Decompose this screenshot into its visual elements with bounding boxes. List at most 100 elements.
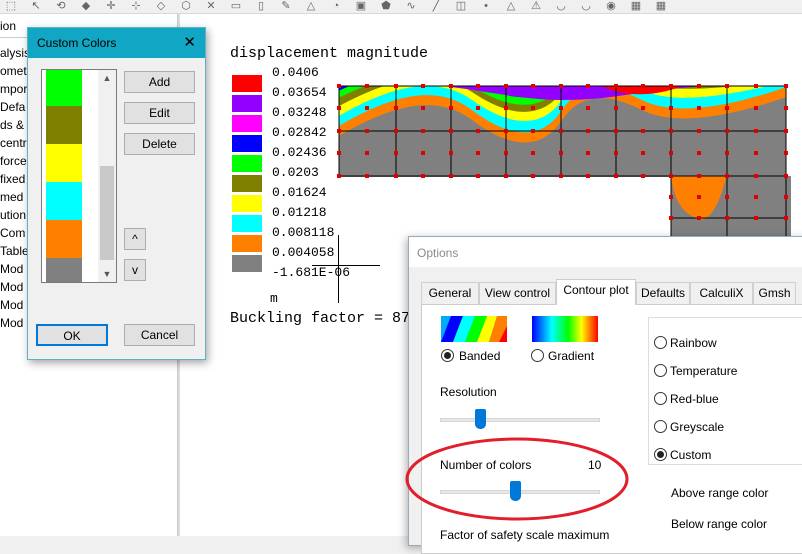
rotate-icon[interactable]: ⟲ xyxy=(54,0,68,12)
tree-item[interactable]: centr xyxy=(0,134,27,152)
mesh-node xyxy=(421,84,425,88)
scheme-radio-custom[interactable] xyxy=(654,448,667,461)
banded-label[interactable]: Banded xyxy=(459,349,500,363)
scroll-down-icon[interactable]: ▼ xyxy=(98,266,116,282)
scheme-radio-red-blue[interactable] xyxy=(654,392,667,405)
banded-radio[interactable] xyxy=(441,349,454,362)
mesh-node xyxy=(531,174,535,178)
mesh-node xyxy=(669,174,673,178)
tree-item[interactable]: Defa xyxy=(0,98,25,116)
tree-item[interactable]: Mod xyxy=(0,278,23,296)
tab-calculix[interactable]: CalculiX xyxy=(690,282,753,304)
tree-item[interactable]: alysis xyxy=(0,44,30,62)
gradient-label[interactable]: Gradient xyxy=(548,349,594,363)
close-icon[interactable]: ✕ xyxy=(183,33,196,51)
mesh-node xyxy=(365,84,369,88)
gradient-radio[interactable] xyxy=(531,349,544,362)
mesh-node xyxy=(531,84,535,88)
curve-icon[interactable]: ∿ xyxy=(404,0,418,12)
scheme-label-red-blue[interactable]: Red-blue xyxy=(670,392,719,406)
mesh2-icon[interactable]: ◡ xyxy=(579,0,593,12)
mesh-node xyxy=(754,129,758,133)
cube-icon[interactable]: ⬡ xyxy=(179,0,193,12)
move-up-button[interactable]: ^ xyxy=(124,228,146,250)
custom-colors-titlebar[interactable]: Custom Colors ✕ xyxy=(28,28,205,58)
tree-item[interactable]: Mod xyxy=(0,296,23,314)
edit-color-button[interactable]: Edit xyxy=(124,102,195,124)
scheme-radio-temperature[interactable] xyxy=(654,364,667,377)
point-icon[interactable]: • xyxy=(479,0,493,12)
resolution-slider-track[interactable] xyxy=(440,418,600,422)
mesh-node xyxy=(697,84,701,88)
surface-icon[interactable]: ▯ xyxy=(254,0,268,12)
tree-item[interactable]: Mod xyxy=(0,314,23,332)
face-icon[interactable]: ◫ xyxy=(454,0,468,12)
tab-contour-plot[interactable]: Contour plot xyxy=(556,279,636,305)
color-list[interactable]: ▲ ▼ xyxy=(41,69,117,283)
fillet-icon[interactable]: ◔ xyxy=(329,0,343,12)
shape-icon[interactable]: ⬟ xyxy=(379,0,393,12)
color-list-item[interactable] xyxy=(46,106,82,144)
custom-colors-title: Custom Colors xyxy=(37,36,117,50)
color-list-item[interactable] xyxy=(46,144,82,182)
number-of-colors-slider-thumb[interactable] xyxy=(510,481,522,501)
number-of-colors-value: 10 xyxy=(588,458,602,472)
triangle-icon[interactable]: △ xyxy=(504,0,518,12)
tree-item[interactable]: Com xyxy=(0,224,25,242)
color-list-item[interactable] xyxy=(46,220,82,258)
color-icon[interactable]: ◆ xyxy=(79,0,93,12)
scroll-up-icon[interactable]: ▲ xyxy=(98,70,116,86)
tab-defaults[interactable]: Defaults xyxy=(636,282,690,304)
cursor-icon[interactable]: ⬚ xyxy=(4,0,18,12)
mesh-icon[interactable]: ◡ xyxy=(554,0,568,12)
line-icon[interactable]: ╱ xyxy=(429,0,443,12)
mesh-node xyxy=(614,151,618,155)
tree-tab-label[interactable]: ion xyxy=(0,19,16,33)
move-icon[interactable]: ✛ xyxy=(104,0,118,12)
tree-item[interactable]: ds & xyxy=(0,116,24,134)
tab-gmsh[interactable]: Gmsh xyxy=(753,282,796,304)
tree-item[interactable]: ution xyxy=(0,206,26,224)
color-list-item[interactable] xyxy=(46,258,82,282)
color-list-scrollbar[interactable]: ▲ ▼ xyxy=(98,70,116,282)
scheme-label-custom[interactable]: Custom xyxy=(670,448,711,462)
cone-icon[interactable]: △ xyxy=(304,0,318,12)
scheme-label-greyscale[interactable]: Greyscale xyxy=(670,420,724,434)
scheme-label-temperature[interactable]: Temperature xyxy=(670,364,737,378)
tab-general[interactable]: General xyxy=(421,282,479,304)
tree-item[interactable]: force xyxy=(0,152,27,170)
move-down-button[interactable]: v xyxy=(124,259,146,281)
mesh-node xyxy=(784,151,788,155)
plane-icon[interactable]: ◇ xyxy=(154,0,168,12)
color-list-item[interactable] xyxy=(46,182,82,220)
scheme-radio-rainbow[interactable] xyxy=(654,336,667,349)
extrude-icon[interactable]: ▣ xyxy=(354,0,368,12)
mesh-node xyxy=(476,151,480,155)
tree-item[interactable]: Table xyxy=(0,242,29,260)
mesh-node xyxy=(641,84,645,88)
select-icon[interactable]: ↖ xyxy=(29,0,43,12)
cancel-button[interactable]: Cancel xyxy=(124,324,195,346)
scroll-thumb[interactable] xyxy=(100,166,114,260)
tree-item[interactable]: Mod xyxy=(0,260,23,278)
scheme-label-rainbow[interactable]: Rainbow xyxy=(670,336,717,350)
add-color-button[interactable]: Add xyxy=(124,71,195,93)
table-icon[interactable]: ▦ xyxy=(654,0,668,12)
tab-view-control[interactable]: View control xyxy=(479,282,556,304)
options-titlebar[interactable]: Options xyxy=(409,237,802,267)
scheme-radio-greyscale[interactable] xyxy=(654,420,667,433)
edge-icon[interactable]: ▭ xyxy=(229,0,243,12)
tree-item[interactable]: mpor xyxy=(0,80,27,98)
ok-button[interactable]: OK xyxy=(36,324,108,346)
delete-color-button[interactable]: Delete xyxy=(124,133,195,155)
mesh3-icon[interactable]: ◉ xyxy=(604,0,618,12)
tree-item[interactable]: fixed xyxy=(0,170,25,188)
node-icon[interactable]: ⊹ xyxy=(129,0,143,12)
resolution-slider-thumb[interactable] xyxy=(475,409,486,429)
draw-icon[interactable]: ✎ xyxy=(279,0,293,12)
cut-icon[interactable]: ✕ xyxy=(204,0,218,12)
color-list-item[interactable] xyxy=(46,70,82,106)
warning-icon[interactable]: ⚠ xyxy=(529,0,543,12)
mesh-node xyxy=(697,195,701,199)
film-icon[interactable]: ▦ xyxy=(629,0,643,12)
